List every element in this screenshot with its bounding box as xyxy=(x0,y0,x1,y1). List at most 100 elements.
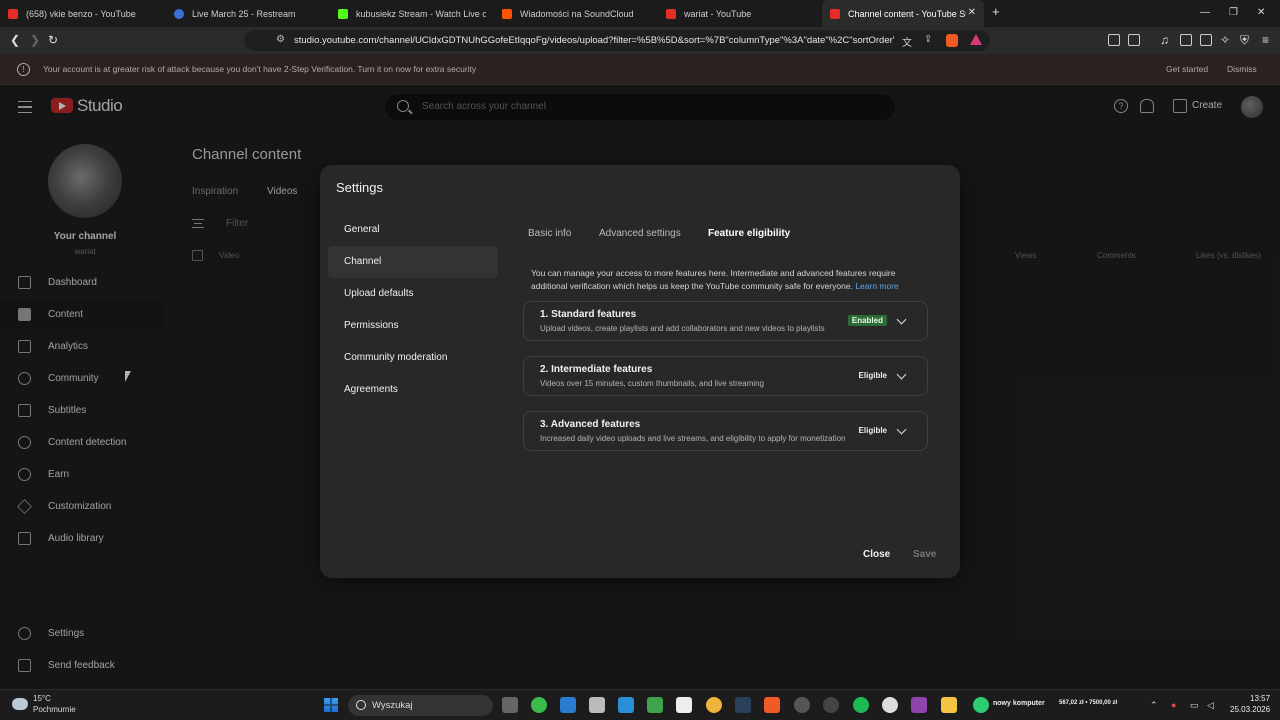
tab-title: Channel content - YouTube Studi xyxy=(848,8,966,19)
subtab-advanced-settings[interactable]: Advanced settings xyxy=(599,228,681,239)
security-app-icon[interactable] xyxy=(647,697,663,713)
save-button[interactable]: Save xyxy=(913,549,936,560)
steam-icon[interactable] xyxy=(735,697,751,713)
browser-tab-active[interactable]: Channel content - YouTube Studi ✕ xyxy=(822,0,984,27)
subtab-feature-eligibility[interactable]: Feature eligibility xyxy=(708,228,790,239)
tab-close-icon[interactable]: ✕ xyxy=(968,7,976,18)
feature-title: 3. Advanced features xyxy=(540,419,641,430)
soundcloud-favicon-icon xyxy=(502,8,512,19)
feature-description: Videos over 15 minutes, custom thumbnail… xyxy=(540,379,764,388)
tray-chevron-up-icon[interactable]: ⌃ xyxy=(1150,700,1158,711)
screenshot-icon[interactable] xyxy=(1128,34,1140,46)
settings-nav-permissions[interactable]: Permissions xyxy=(328,310,498,342)
clock-time[interactable]: 13:57 xyxy=(1250,694,1270,703)
taskbar-app-label-2[interactable]: 567,02 zł • 7500,00 zł xyxy=(1059,700,1117,706)
file-explorer-icon[interactable] xyxy=(941,697,957,713)
get-started-button[interactable]: Get started xyxy=(1166,64,1208,74)
feature-description: Increased daily video uploads and live s… xyxy=(540,434,846,443)
brave-rewards-icon[interactable] xyxy=(970,34,982,45)
back-icon[interactable]: ❮ xyxy=(10,33,20,47)
mail-icon[interactable] xyxy=(589,697,605,713)
chevron-down-icon[interactable] xyxy=(896,314,907,325)
warning-text: Your account is at greater risk of attac… xyxy=(43,64,477,74)
warning-icon: ! xyxy=(17,63,30,76)
extensions-icon[interactable] xyxy=(1108,34,1120,46)
url-text: studio.youtube.com/channel/UCIdxGDTNUhGG… xyxy=(294,35,894,46)
settings-nav-label: Upload defaults xyxy=(344,288,414,299)
browser-tab[interactable]: Wiadomości na SoundCloud xyxy=(502,0,652,27)
settings-nav-label: Community moderation xyxy=(344,352,448,363)
video-editor-icon[interactable] xyxy=(911,697,927,713)
youtube-studio-favicon-icon xyxy=(830,8,840,19)
translate-icon[interactable]: 文 xyxy=(902,34,912,49)
settings-nav-upload-defaults[interactable]: Upload defaults xyxy=(328,278,498,310)
minimize-icon[interactable]: — xyxy=(1200,7,1210,18)
settings-app-icon[interactable] xyxy=(794,697,810,713)
close-window-icon[interactable]: ✕ xyxy=(1257,7,1265,18)
settings-nav-label: Agreements xyxy=(344,384,398,395)
status-badge: Eligible xyxy=(858,371,887,380)
browser-tab[interactable]: kubusiekz Stream - Watch Live on Ki xyxy=(338,0,486,27)
volume-icon[interactable]: ◁ xyxy=(1207,700,1214,711)
restore-icon[interactable]: ❐ xyxy=(1229,7,1238,18)
photos-icon[interactable] xyxy=(618,697,634,713)
network-icon[interactable]: ▭ xyxy=(1190,700,1199,711)
subtab-basic-info[interactable]: Basic info xyxy=(528,228,571,239)
notes-icon[interactable] xyxy=(676,697,692,713)
app-status-icon[interactable] xyxy=(973,697,989,713)
spotify-icon[interactable] xyxy=(853,697,869,713)
feature-intermediate[interactable]: 2. Intermediate features Videos over 15 … xyxy=(523,356,928,396)
gog-galaxy-icon[interactable] xyxy=(823,697,839,713)
search-icon xyxy=(356,700,366,710)
settings-nav-agreements[interactable]: Agreements xyxy=(328,374,498,406)
settings-nav-community-moderation[interactable]: Community moderation xyxy=(328,342,498,374)
vpn-shield-icon[interactable]: ⛨ xyxy=(1240,33,1249,48)
address-bar[interactable]: ⚙ studio.youtube.com/channel/UCIdxGDTNUh… xyxy=(244,30,990,51)
feature-advanced[interactable]: 3. Advanced features Increased daily vid… xyxy=(523,411,928,451)
feature-description: Upload videos, create playlists and add … xyxy=(540,324,825,333)
sidebar-toggle-icon[interactable] xyxy=(1180,34,1192,46)
wallet-icon[interactable] xyxy=(1200,34,1212,46)
windows-start-icon[interactable] xyxy=(324,698,338,712)
weather-temperature: 15°C xyxy=(33,694,51,703)
chatgpt-icon[interactable] xyxy=(882,697,898,713)
site-info-icon[interactable]: ⚙ xyxy=(276,34,285,45)
task-view-icon[interactable] xyxy=(502,697,518,713)
tab-title: wariat - YouTube xyxy=(684,8,752,19)
chevron-down-icon[interactable] xyxy=(896,424,907,435)
clock-date[interactable]: 25.03.2026 xyxy=(1230,705,1270,714)
chat-app-icon[interactable] xyxy=(531,697,547,713)
browser-tab[interactable]: wariat - YouTube xyxy=(666,0,816,27)
youtube-favicon-icon xyxy=(666,8,676,19)
vscode-icon[interactable] xyxy=(560,697,576,713)
taskbar-app-label[interactable]: nowy komputer xyxy=(993,700,1045,707)
weather-cloud-icon[interactable] xyxy=(12,698,28,710)
settings-nav-label: Permissions xyxy=(344,320,399,331)
brave-shields-icon[interactable] xyxy=(946,34,958,47)
status-badge: Eligible xyxy=(858,426,887,435)
browser-tab[interactable]: (658) vkie benzo - YouTube xyxy=(8,0,166,27)
media-icon[interactable]: ♫ xyxy=(1160,33,1169,47)
feature-title: 1. Standard features xyxy=(540,309,637,320)
brave-browser-icon[interactable] xyxy=(764,697,780,713)
browser-toolbar: ❮ ❯ ↻ ⛉ ⚙ studio.youtube.com/channel/UCI… xyxy=(0,27,1280,54)
settings-nav-channel[interactable]: Channel xyxy=(328,246,498,278)
new-tab-button[interactable]: + xyxy=(992,4,1000,19)
taskbar-search-input[interactable]: Wyszukaj xyxy=(348,695,493,716)
learn-more-link[interactable]: Learn more xyxy=(855,281,898,291)
settings-nav-general[interactable]: General xyxy=(328,214,498,246)
close-button[interactable]: Close xyxy=(863,549,890,560)
share-icon[interactable]: ⇪ xyxy=(924,34,932,45)
windows-taskbar: 15°C Pochmurnie Wyszukaj nowy komputer 5… xyxy=(0,689,1280,720)
forward-icon[interactable]: ❯ xyxy=(30,33,40,47)
microphone-icon[interactable]: ● xyxy=(1171,700,1176,710)
leo-ai-icon[interactable]: ✧ xyxy=(1220,33,1230,47)
browser-tab[interactable]: Live March 25 - Restream xyxy=(174,0,324,27)
feature-standard[interactable]: 1. Standard features Upload videos, crea… xyxy=(523,301,928,341)
dismiss-button[interactable]: Dismiss xyxy=(1227,64,1257,74)
chevron-down-icon[interactable] xyxy=(896,369,907,380)
reload-icon[interactable]: ↻ xyxy=(48,33,58,47)
settings-dialog: Settings General Channel Upload defaults… xyxy=(320,165,960,578)
messenger-icon[interactable] xyxy=(706,697,722,713)
menu-icon[interactable]: ≡ xyxy=(1262,33,1269,47)
